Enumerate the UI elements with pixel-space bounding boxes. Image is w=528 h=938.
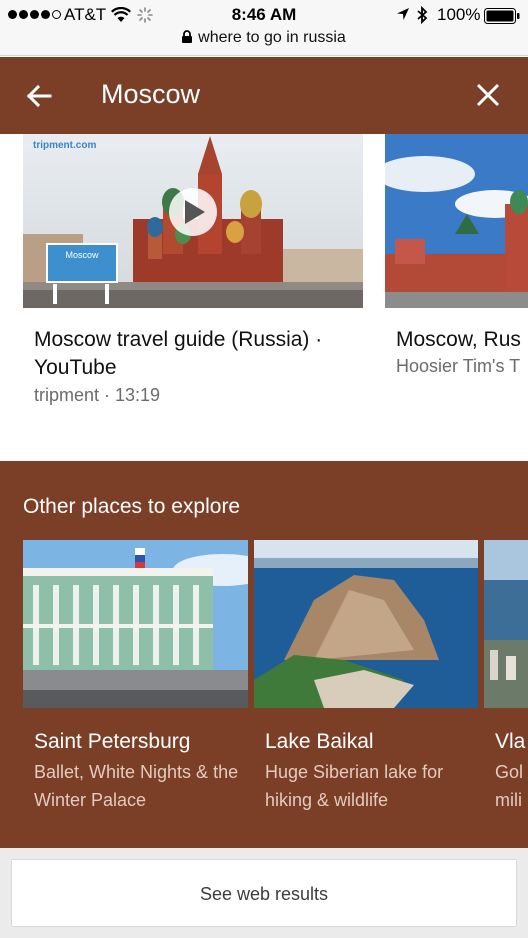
see-web-results-button[interactable]: See web results xyxy=(11,859,517,927)
place-card-lake-baikal[interactable]: Lake Baikal Huge Siberian lake for hikin… xyxy=(254,540,479,840)
close-icon[interactable] xyxy=(474,81,502,109)
place-image[interactable] xyxy=(254,540,478,708)
battery-percent: 100% xyxy=(437,5,481,24)
place-name[interactable]: Saint Petersburg xyxy=(34,730,190,754)
video-meta: Hoosier Tim's T xyxy=(396,356,521,376)
bluetooth-icon xyxy=(417,6,428,24)
battery-icon xyxy=(484,8,520,24)
status-bar: AT&T 8:46 AM 100% where to go in russia xyxy=(0,0,528,56)
place-card-vladivostok[interactable]: Vla Gol mili xyxy=(484,540,528,840)
video-card[interactable]: tripment.com Moscow Moscow travel guide … xyxy=(23,134,363,434)
bottom-bar: See web results xyxy=(0,848,528,938)
status-row: AT&T 8:46 AM 100% xyxy=(0,4,528,26)
place-name[interactable]: Lake Baikal xyxy=(265,730,374,754)
thumbnail-brand-logo: tripment.com xyxy=(33,140,97,151)
location-arrow-icon xyxy=(397,8,409,20)
thumbnail-sign-text: Moscow xyxy=(65,250,99,260)
explore-heading: Other places to explore xyxy=(23,495,241,518)
place-description: Gol mili xyxy=(495,762,524,810)
place-name[interactable]: Vla xyxy=(495,730,525,754)
place-description: Ballet, White Nights & the Winter Palace xyxy=(34,762,239,810)
lake-baikal-image xyxy=(254,540,478,708)
video-card[interactable]: Moscow, Rus Hoosier Tim's T xyxy=(385,134,528,434)
city-bay-image xyxy=(484,540,528,708)
url-text: where to go in russia xyxy=(198,29,346,46)
back-arrow-icon[interactable] xyxy=(24,81,54,111)
st-basils-cathedral-image xyxy=(23,134,363,308)
query-title[interactable]: Moscow xyxy=(101,79,200,110)
kremlin-image xyxy=(385,134,528,308)
place-description: Huge Siberian lake for hiking & wildlife xyxy=(265,762,444,810)
video-meta: tripment · 13:19 xyxy=(34,385,161,405)
address-bar[interactable]: where to go in russia xyxy=(0,29,528,47)
place-card-saint-petersburg[interactable]: Saint Petersburg Ballet, White Nights & … xyxy=(23,540,248,840)
page: AT&T 8:46 AM 100% where to go in russia … xyxy=(0,0,528,938)
video-thumbnail[interactable]: tripment.com Moscow xyxy=(23,134,363,308)
search-header: Moscow xyxy=(0,57,528,134)
video-title[interactable]: Moscow travel guide (Russia) · YouTube xyxy=(34,326,354,382)
place-image[interactable] xyxy=(484,540,528,708)
video-title[interactable]: Moscow, Rus xyxy=(396,326,528,354)
lock-icon xyxy=(182,30,193,43)
explore-section: Other places to explore Saint Petersburg… xyxy=(0,461,528,848)
place-image[interactable] xyxy=(23,540,248,708)
video-thumbnail[interactable] xyxy=(385,134,528,308)
winter-palace-image xyxy=(23,540,248,708)
